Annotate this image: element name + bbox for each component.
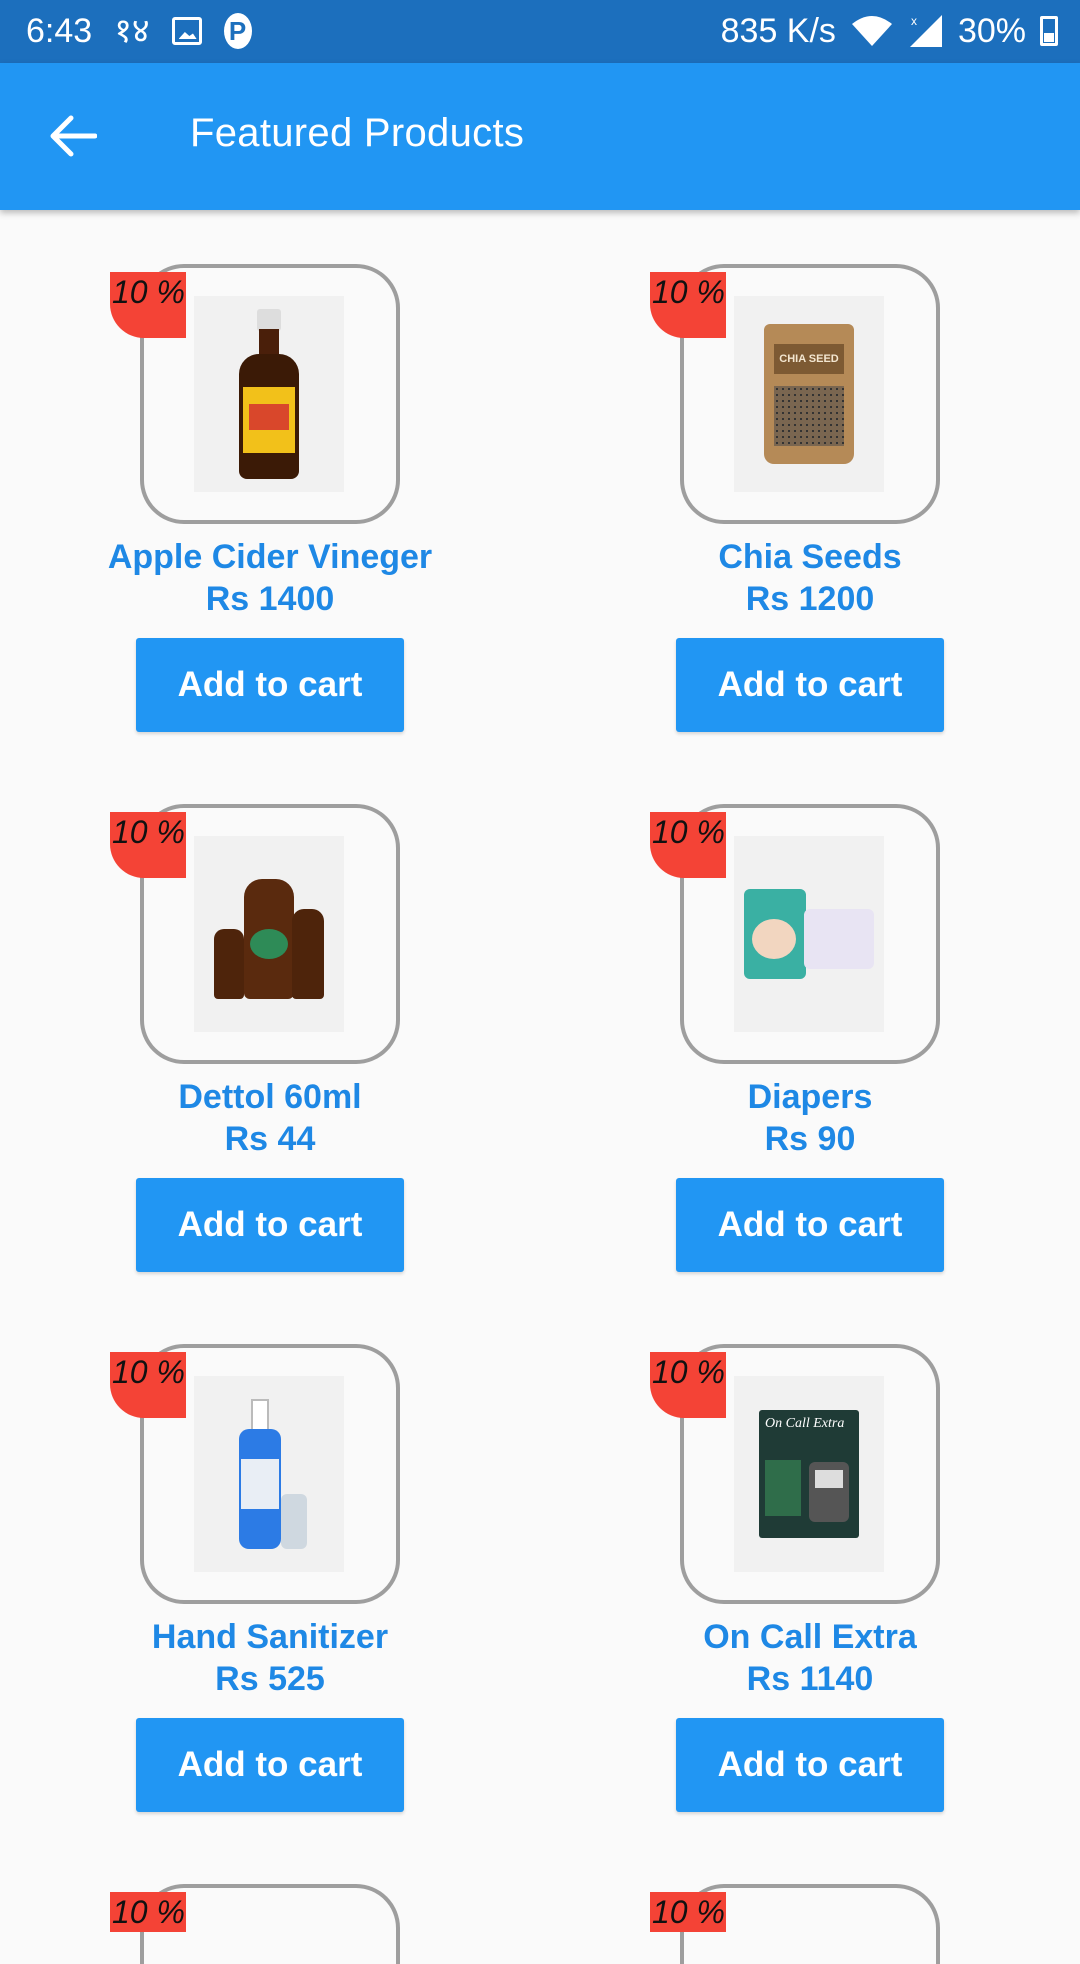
add-to-cart-button[interactable]: Add to cart [676, 1178, 944, 1272]
chia-pouch-image: CHIA SEED [764, 324, 854, 464]
add-to-cart-button[interactable]: Add to cart [136, 1718, 404, 1812]
product-price: Rs 525 [215, 1660, 325, 1698]
network-speed: 835 K/s [720, 12, 836, 50]
vinegar-bottle-image [239, 309, 299, 479]
add-to-cart-button[interactable]: Add to cart [136, 638, 404, 732]
product-name: Diapers [747, 1078, 873, 1116]
product-price: Rs 44 [224, 1120, 316, 1158]
product-price: Rs 90 [764, 1120, 856, 1158]
discount-badge: 10 % [650, 1892, 726, 1932]
dettol-bottles-image [214, 869, 324, 999]
discount-badge: 10 % [650, 812, 726, 878]
discount-badge: 10 % [650, 272, 726, 338]
image-icon [171, 17, 202, 45]
arrow-left-icon [50, 115, 97, 157]
product-name: Hand Sanitizer [151, 1618, 389, 1656]
product-price: Rs 1140 [746, 1660, 874, 1698]
add-to-cart-button[interactable]: Add to cart [676, 638, 944, 732]
diapers-pack-image [744, 889, 874, 979]
product-name: Dettol 60ml [178, 1078, 362, 1116]
app-bar: Featured Products [0, 63, 1080, 210]
discount-badge: 10 % [110, 272, 186, 338]
product-price: Rs 1200 [745, 580, 875, 618]
battery-icon [1040, 16, 1058, 46]
cell-signal-icon: x [909, 14, 942, 47]
status-bar-right: 835 K/s x 30% [721, 10, 1058, 52]
product-image: On Call Extra [734, 1376, 884, 1572]
sanitizer-bottle-image [229, 1399, 309, 1549]
product-card: 10 % Hand Sanitizer Rs 525 Add to cart [0, 1290, 540, 1830]
product-card: 10 % Dettol 60ml Rs 44 Add to cart [0, 750, 540, 1290]
product-image [194, 296, 344, 492]
product-image [734, 836, 884, 1032]
wifi-icon [851, 16, 892, 46]
discount-badge: 10 % [110, 1352, 186, 1418]
status-bar-left: 6:43 १४ P [26, 10, 252, 52]
notification-glyph: १४ [114, 12, 150, 50]
back-button[interactable] [40, 103, 106, 169]
add-to-cart-button[interactable]: Add to cart [136, 1178, 404, 1272]
battery-percent: 30% [957, 12, 1026, 50]
product-card: 10 % On Call Extra On Call Extra Rs 1140… [540, 1290, 1080, 1830]
product-card: 10 % Apple Cider Vineger Rs 1400 Add to … [0, 210, 540, 750]
add-to-cart-button[interactable]: Add to cart [676, 1718, 944, 1812]
product-card: 10 % Diapers Rs 90 Add to cart [540, 750, 1080, 1290]
product-name: Apple Cider Vineger [107, 538, 433, 576]
status-time: 6:43 [26, 12, 93, 50]
signal-x-label: x [911, 14, 917, 28]
product-price: Rs 1400 [205, 580, 335, 618]
status-bar: 6:43 १४ P 835 K/s x 30% [0, 0, 1080, 63]
glucometer-box-image: On Call Extra [759, 1410, 859, 1538]
page-title: Featured Products [190, 111, 525, 155]
product-image: CHIA SEED [734, 296, 884, 492]
product-name: Chia Seeds [718, 538, 902, 576]
parking-app-icon: P [223, 13, 252, 49]
discount-badge: 10 % [110, 812, 186, 878]
product-card: 10 % CHIA SEED Chia Seeds Rs 1200 Add to… [540, 210, 1080, 750]
discount-badge: 10 % [650, 1352, 726, 1418]
product-name: On Call Extra [703, 1618, 917, 1656]
discount-badge: 10 % [110, 1892, 186, 1932]
product-image [194, 836, 344, 1032]
product-image [194, 1376, 344, 1572]
